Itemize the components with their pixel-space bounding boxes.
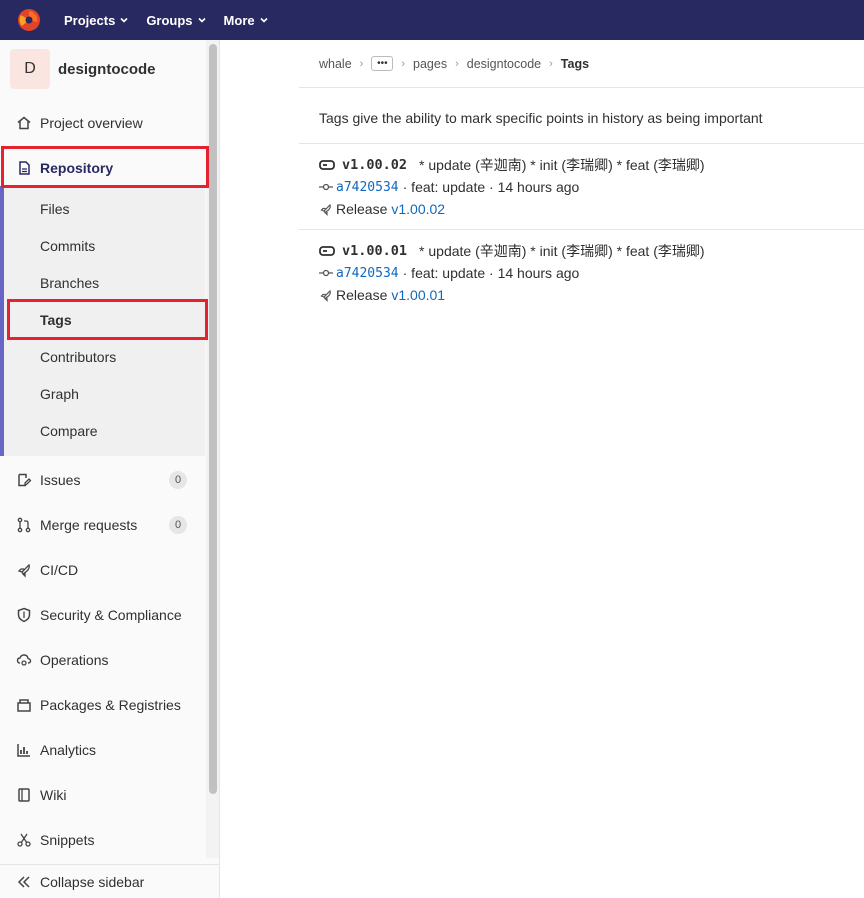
rocket-icon	[320, 203, 331, 216]
sidebar-item-issues[interactable]: Issues 0	[0, 460, 205, 500]
chart-icon	[17, 744, 30, 757]
issues-count-badge: 0	[169, 471, 187, 489]
tag-icon	[319, 160, 335, 170]
sidebar-item-repository[interactable]: Repository	[0, 148, 205, 188]
merge-request-icon	[17, 517, 31, 533]
sidebar-item-cicd[interactable]: CI/CD	[0, 550, 205, 590]
divider	[299, 229, 864, 230]
main-content: whale › ••• › pages › designtocode › Tag…	[220, 40, 864, 898]
chevron-right-icon: ›	[549, 57, 553, 70]
top-navbar: Projects Groups More	[0, 0, 864, 40]
breadcrumb-item[interactable]: whale	[319, 57, 352, 71]
sidebar-subitem-graph[interactable]: Graph	[40, 386, 79, 402]
breadcrumb-current: Tags	[560, 56, 590, 71]
sidebar-subitem-compare[interactable]: Compare	[40, 423, 98, 439]
double-chevron-left-icon	[17, 875, 30, 888]
sidebar-item-project-overview[interactable]: Project overview	[0, 103, 205, 143]
book-icon	[18, 788, 30, 802]
sidebar-subitem-contributors[interactable]: Contributors	[40, 349, 116, 365]
breadcrumb-item[interactable]: designtocode	[467, 57, 541, 71]
release-link[interactable]: v1.00.01	[391, 287, 445, 303]
release-label: Release	[336, 201, 388, 217]
project-avatar: D	[10, 49, 50, 89]
tag-name[interactable]: v1.00.01	[342, 243, 407, 259]
rocket-icon	[17, 563, 30, 578]
tag-message: * update (辛迦南) * init (李瑞卿) * feat (李瑞卿)	[419, 157, 705, 173]
merge-requests-count-badge: 0	[169, 516, 187, 534]
breadcrumb-ellipsis-button[interactable]: •••	[371, 56, 394, 71]
nav-more[interactable]: More	[224, 13, 268, 28]
rocket-icon	[320, 289, 331, 302]
commit-icon	[319, 269, 333, 277]
collapse-sidebar-button[interactable]: Collapse sidebar	[0, 864, 219, 898]
sidebar-item-security[interactable]: Security & Compliance	[0, 595, 205, 635]
sidebar-item-packages[interactable]: Packages & Registries	[0, 685, 205, 725]
divider	[299, 87, 864, 88]
commit-icon	[319, 183, 333, 191]
divider	[299, 143, 864, 144]
breadcrumb-item[interactable]: pages	[413, 57, 447, 71]
project-name: designtocode	[58, 60, 156, 78]
project-sidebar: D designtocode Project overview Reposito…	[0, 40, 220, 898]
scissors-icon	[17, 833, 31, 847]
sidebar-scrollbar-thumb[interactable]	[209, 44, 217, 794]
chevron-right-icon: ›	[401, 57, 406, 70]
page-description: Tags give the ability to mark specific p…	[319, 110, 763, 126]
sidebar-subitem-branches[interactable]: Branches	[40, 275, 99, 291]
nav-groups[interactable]: Groups	[146, 13, 206, 28]
sidebar-item-merge-requests[interactable]: Merge requests 0	[0, 505, 205, 545]
nav-projects[interactable]: Projects	[64, 13, 128, 28]
cloud-gear-icon	[16, 654, 32, 666]
release-label: Release	[336, 287, 388, 303]
commit-sha-link[interactable]: a7420534	[336, 266, 399, 281]
tag-row: v1.00.01 * update (辛迦南) * init (李瑞卿) * f…	[319, 240, 705, 306]
sidebar-subitem-commits[interactable]: Commits	[40, 238, 95, 254]
commit-sha-link[interactable]: a7420534	[336, 180, 399, 195]
sidebar-item-wiki[interactable]: Wiki	[0, 775, 205, 815]
issues-icon	[18, 473, 32, 487]
sidebar-item-snippets[interactable]: Snippets	[0, 820, 205, 860]
gitlab-logo-icon[interactable]	[16, 7, 42, 33]
tag-icon	[319, 246, 335, 256]
tag-row: v1.00.02 * update (辛迦南) * init (李瑞卿) * f…	[319, 154, 705, 220]
release-link[interactable]: v1.00.02	[391, 201, 445, 217]
chevron-down-icon	[120, 17, 128, 23]
shield-icon	[17, 607, 31, 623]
commit-info: · feat: update · 14 hours ago	[402, 179, 580, 195]
sidebar-subitem-files[interactable]: Files	[40, 201, 70, 217]
commit-info: · feat: update · 14 hours ago	[402, 265, 580, 281]
chevron-down-icon	[260, 17, 268, 23]
chevron-right-icon: ›	[455, 57, 459, 70]
project-header[interactable]: D designtocode	[0, 40, 219, 98]
home-icon	[17, 116, 31, 130]
sidebar-subitem-tags[interactable]: Tags	[40, 312, 72, 328]
package-icon	[17, 699, 31, 712]
chevron-right-icon: ›	[359, 57, 364, 70]
tag-name[interactable]: v1.00.02	[342, 157, 407, 173]
tag-message: * update (辛迦南) * init (李瑞卿) * feat (李瑞卿)	[419, 243, 705, 259]
sidebar-item-analytics[interactable]: Analytics	[0, 730, 205, 770]
repository-submenu: Files Commits Branches Tags Contributors…	[0, 186, 205, 456]
breadcrumb: whale › ••• › pages › designtocode › Tag…	[319, 56, 589, 71]
sidebar-item-operations[interactable]: Operations	[0, 640, 205, 680]
document-icon	[19, 161, 30, 175]
chevron-down-icon	[197, 17, 206, 23]
